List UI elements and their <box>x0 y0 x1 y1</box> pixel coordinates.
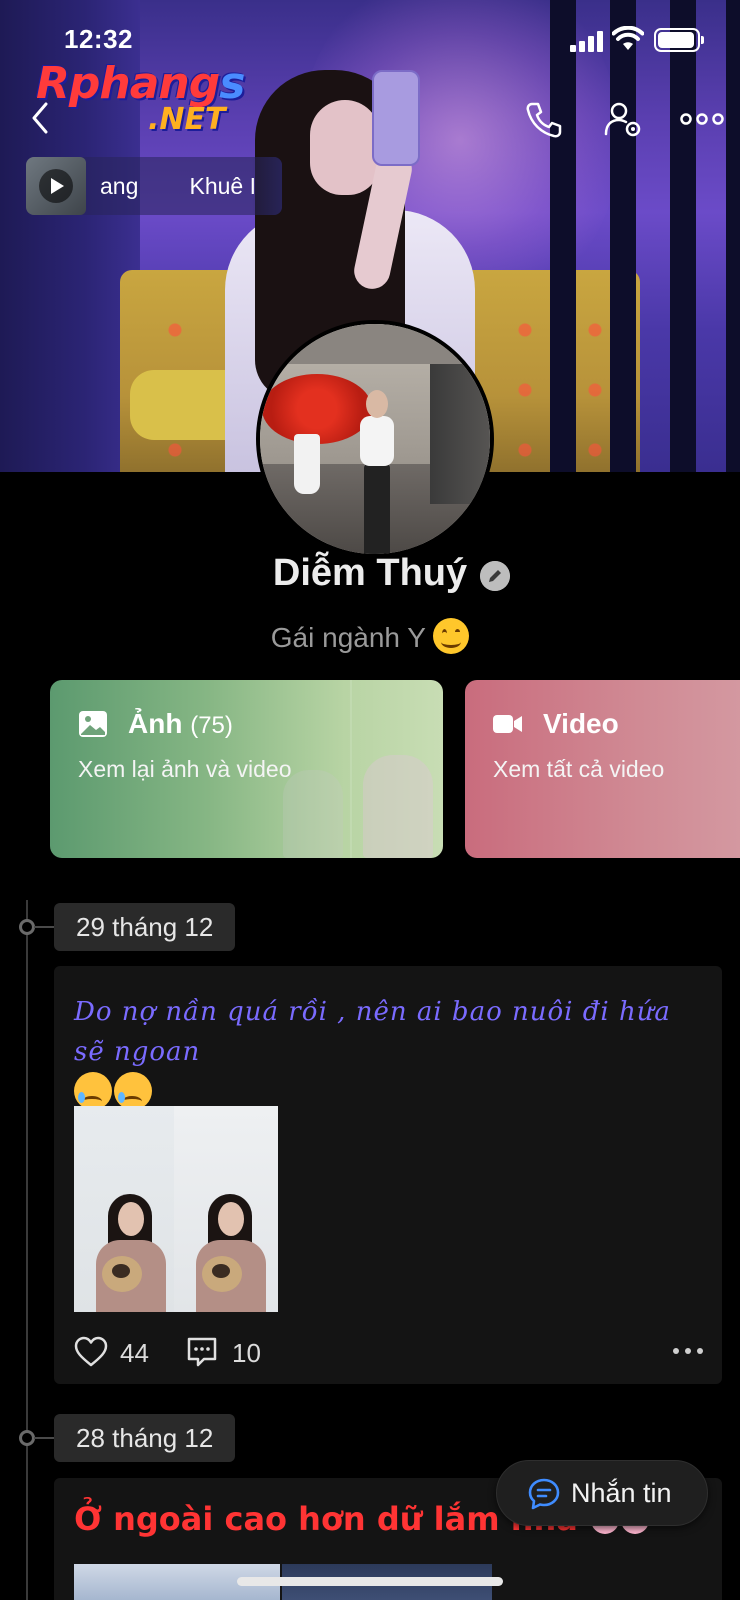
timeline-line <box>26 900 28 1600</box>
image-icon <box>79 711 107 737</box>
status-time: 12:32 <box>64 24 133 54</box>
wifi-icon <box>612 26 644 50</box>
post-more-icon[interactable] <box>672 1346 704 1356</box>
send-message-button[interactable]: Nhắn tin <box>496 1460 708 1526</box>
smile-emoji-icon <box>433 618 470 654</box>
phone-call-icon[interactable] <box>524 100 564 140</box>
post-actions: 44 10 <box>74 1332 704 1372</box>
profile-name: Diễm Thuý <box>272 552 468 594</box>
watermark-logo: Rphangs .NET <box>36 58 245 137</box>
timeline-dot <box>19 919 35 935</box>
profile-bio: Gái ngành Y <box>0 618 740 654</box>
comment-icon[interactable] <box>186 1336 218 1368</box>
back-chevron-icon[interactable] <box>26 98 56 138</box>
comments-count: 10 <box>232 1338 261 1368</box>
avatar[interactable] <box>256 320 494 558</box>
profile-music-ticker[interactable]: ang Khuê I <box>26 157 282 215</box>
send-message-label: Nhắn tin <box>571 1478 672 1508</box>
post-text: Do nợ nần quá rồi , nên ai bao nuôi đi h… <box>74 992 694 1114</box>
photos-title: Ảnh (75) <box>128 708 233 739</box>
music-title: ang Khuê I <box>100 173 256 199</box>
music-thumbnail <box>26 157 86 215</box>
cellular-signal-icon <box>570 30 604 52</box>
photos-subtitle: Xem lại ảnh và video <box>78 756 292 782</box>
home-indicator[interactable] <box>237 1577 503 1586</box>
post-photo-grid[interactable] <box>74 1106 282 1312</box>
sad-emoji-icon <box>114 1072 152 1110</box>
profile-settings-icon[interactable] <box>604 100 644 140</box>
timeline-dot <box>19 1430 35 1446</box>
videos-card[interactable]: Video Xem tất cả video <box>465 680 740 858</box>
sad-emoji-icon <box>74 1072 112 1110</box>
post-photo[interactable] <box>174 1106 278 1312</box>
timeline-post[interactable]: Do nợ nần quá rồi , nên ai bao nuôi đi h… <box>54 966 722 1384</box>
photos-card[interactable]: Ảnh (75) Xem lại ảnh và video <box>50 680 443 858</box>
photos-count: (75) <box>190 712 233 739</box>
heart-icon[interactable] <box>74 1336 108 1368</box>
date-badge: 28 tháng 12 <box>54 1414 236 1462</box>
date-badge: 29 tháng 12 <box>54 903 236 951</box>
videos-title: Video <box>543 708 619 739</box>
post-photo[interactable] <box>74 1106 178 1312</box>
play-icon[interactable] <box>39 169 73 203</box>
chat-bubble-icon <box>528 1478 560 1510</box>
likes-count: 44 <box>120 1338 149 1368</box>
video-camera-icon <box>493 715 522 733</box>
edit-pencil-icon[interactable] <box>480 561 510 591</box>
more-dots-icon[interactable] <box>680 104 724 134</box>
profile-name-row: Diễm Thuý <box>0 552 740 602</box>
battery-icon <box>654 28 704 52</box>
videos-subtitle: Xem tất cả video <box>493 756 665 782</box>
